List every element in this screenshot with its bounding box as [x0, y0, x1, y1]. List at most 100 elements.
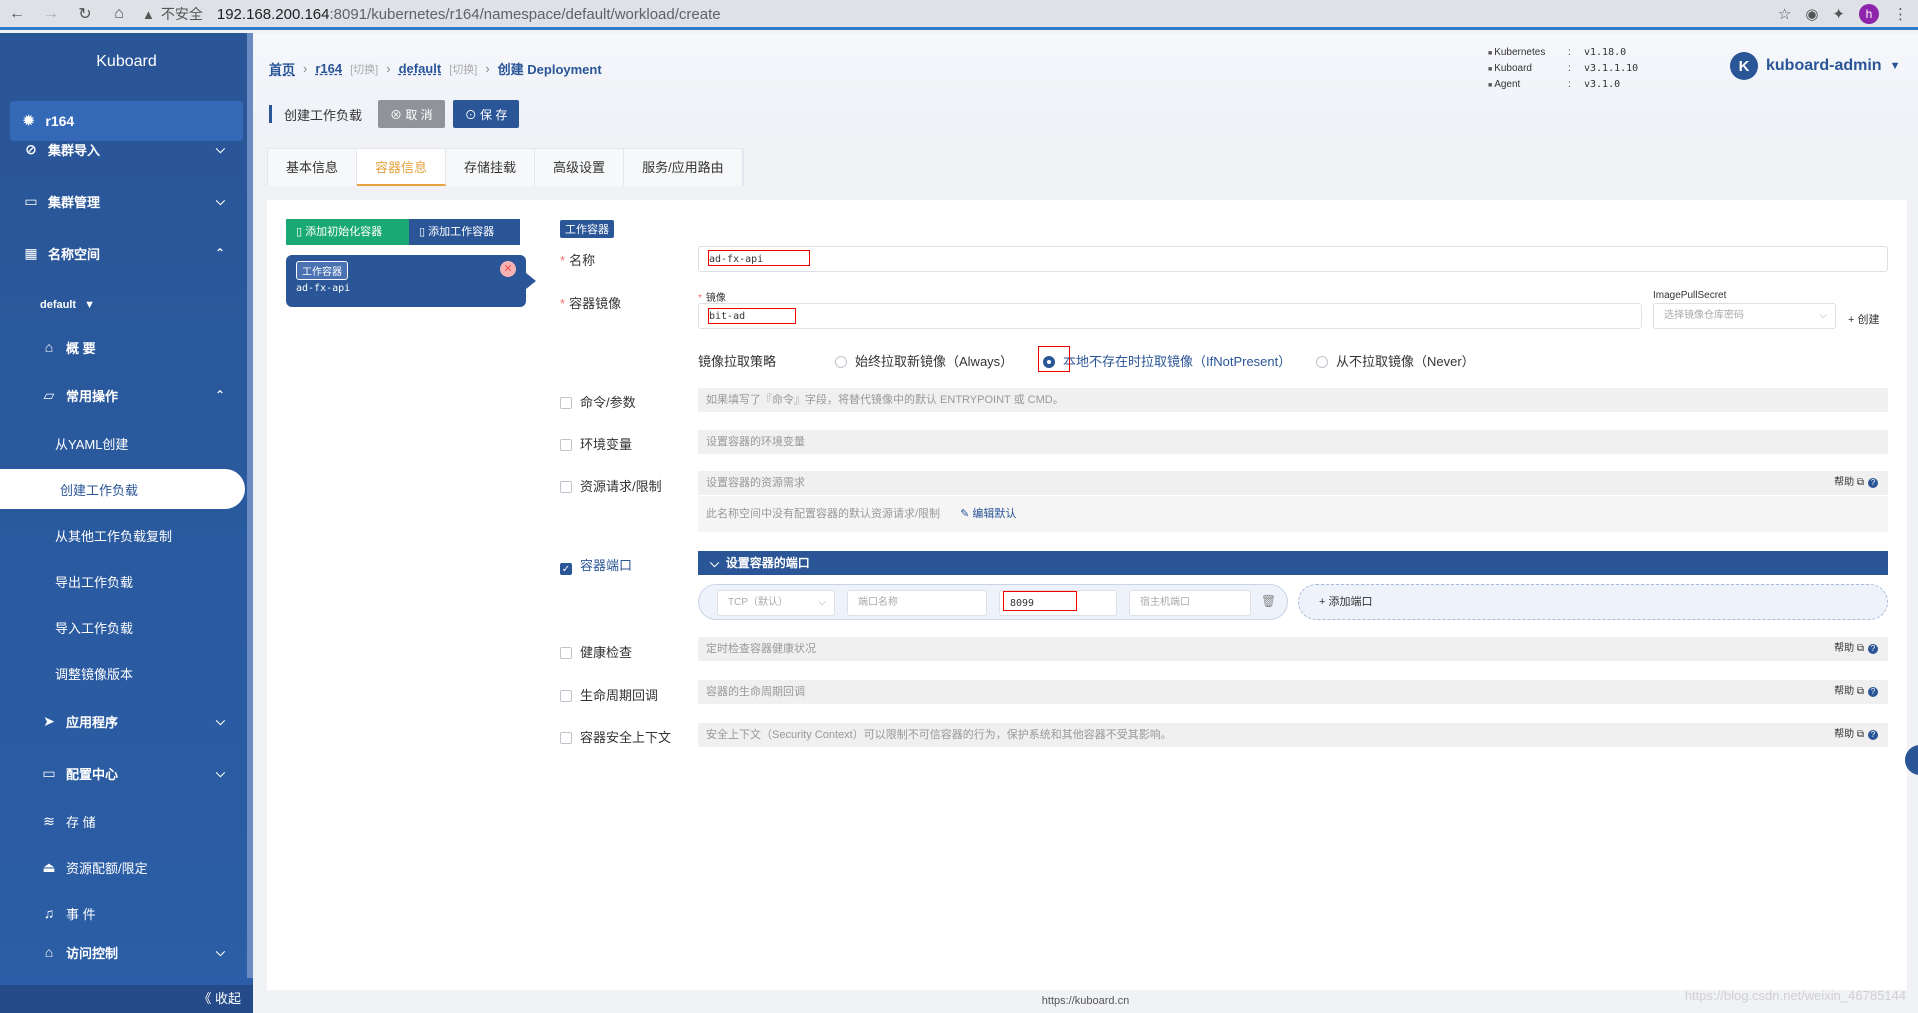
- trash-icon[interactable]: 🗑: [1261, 594, 1276, 608]
- checkbox[interactable]: [560, 397, 572, 409]
- sidebar-item-config[interactable]: ▭ 配置中心 ⌵: [0, 753, 245, 793]
- lifecycle-toggle[interactable]: 生命周期回调: [560, 685, 658, 704]
- sidebar-item-cluster-manage[interactable]: ▭ 集群管理 ⌵: [0, 181, 245, 221]
- help-link[interactable]: 帮助 ⧉?: [1834, 723, 1878, 747]
- security-toggle[interactable]: 容器安全上下文: [560, 727, 671, 746]
- sidebar-item-export-workload[interactable]: 导出工作负载: [0, 561, 245, 601]
- sidebar-item-from-yaml[interactable]: 从YAML创建: [0, 423, 245, 463]
- sidebar-item-overview[interactable]: ⌂ 概 要: [0, 327, 245, 367]
- cancel-button[interactable]: ⊗ 取 消: [378, 100, 445, 128]
- breadcrumb-home[interactable]: 首页: [269, 59, 295, 78]
- url-path: :8091/kubernetes/r164/namespace/default/…: [329, 5, 721, 23]
- port-name-input[interactable]: 端口名称: [847, 590, 987, 616]
- user-menu[interactable]: K kuboard-admin ▼: [1730, 52, 1900, 80]
- switch-cluster-link[interactable]: [切换]: [350, 61, 378, 77]
- env-toggle[interactable]: 环境变量: [560, 434, 632, 453]
- link-text: 编辑默认: [972, 508, 1017, 520]
- sidebar-item-label: 集群导入: [48, 142, 101, 158]
- pull-option-ifnotpresent[interactable]: 本地不存在时拉取镜像（IfNotPresent）: [1043, 351, 1291, 370]
- sidebar-item-copy-workload[interactable]: 从其他工作负载复制: [0, 515, 245, 555]
- tab-service-route[interactable]: 服务/应用路由: [624, 149, 743, 186]
- tab-container-info[interactable]: 容器信息: [357, 149, 447, 186]
- browser-menu-icon[interactable]: ⋮: [1893, 5, 1908, 23]
- cmd-toggle[interactable]: 命令/参数: [560, 392, 636, 411]
- port-toggle[interactable]: ✓ 容器端口: [560, 555, 632, 575]
- label-text: 资源请求/限制: [580, 479, 662, 494]
- sidebar-item-cluster-import[interactable]: ⊘ 集群导入 ⌵: [0, 129, 245, 169]
- version-value: v1.18.0: [1584, 47, 1627, 58]
- host-port-input[interactable]: 宿主机端口: [1129, 590, 1251, 616]
- switch-namespace-link[interactable]: [切换]: [449, 61, 477, 77]
- chevron-down-icon: ⌵: [215, 141, 225, 156]
- tab-storage[interactable]: 存储挂载: [446, 149, 536, 186]
- checkbox[interactable]: [560, 690, 572, 702]
- namespace-selector[interactable]: default ▼: [0, 285, 245, 325]
- reload-icon[interactable]: ↻: [68, 4, 102, 24]
- save-button[interactable]: ⊙ 保 存: [452, 100, 520, 128]
- sidebar-item-namespace[interactable]: ▦ 名称空间 ⌃: [0, 233, 245, 273]
- create-secret-link[interactable]: + 创建: [1848, 311, 1879, 327]
- sidebar-item-quota[interactable]: ⏏ 资源配额/限定: [0, 847, 245, 887]
- sidebar-item-apps[interactable]: ➤ 应用程序 ⌵: [0, 701, 245, 741]
- label-text: 环境变量: [580, 437, 633, 452]
- help-link[interactable]: 帮助 ⧉?: [1834, 471, 1878, 495]
- add-init-container-button[interactable]: ▯ 添加初始化容器: [286, 219, 409, 245]
- pull-option-never[interactable]: 从不拉取镜像（Never）: [1316, 351, 1475, 370]
- sidebar-item-label: 概 要: [66, 340, 96, 356]
- home-icon[interactable]: ⌂: [102, 5, 136, 23]
- sidebar-item-import-workload[interactable]: 导入工作负载: [0, 607, 245, 647]
- resource-toggle[interactable]: 资源请求/限制: [560, 476, 662, 495]
- address-bar[interactable]: ▲ 不安全 192.168.200.164:8091/kubernetes/r1…: [142, 3, 1832, 25]
- database-icon: ≋: [43, 812, 55, 829]
- sidebar-collapse-button[interactable]: 《 收起: [0, 985, 253, 1013]
- label-text: 生命周期回调: [580, 688, 659, 703]
- scale-icon: ⏏: [42, 858, 56, 875]
- highlight-box: [708, 308, 796, 324]
- checkbox[interactable]: [560, 647, 572, 659]
- name-field[interactable]: ad-fx-api: [698, 246, 1888, 272]
- breadcrumb-cluster[interactable]: r164: [315, 61, 342, 76]
- close-icon[interactable]: ✕: [500, 261, 516, 277]
- image-field[interactable]: bit-ad: [698, 303, 1642, 329]
- help-link[interactable]: 帮助 ⧉?: [1834, 637, 1878, 661]
- sidebar-item-events[interactable]: ♫ 事 件: [0, 893, 245, 933]
- extension-circle-icon[interactable]: ◉: [1805, 5, 1818, 23]
- checkbox[interactable]: [560, 732, 572, 744]
- tab-basic-info[interactable]: 基本信息: [268, 149, 358, 186]
- add-port-button[interactable]: + 添加端口: [1298, 584, 1888, 620]
- port-row: TCP（默认） ⌵ 端口名称 8099 宿主机端口 🗑: [698, 584, 1288, 620]
- caret-down-icon: ▼: [84, 299, 95, 311]
- help-link[interactable]: 帮助 ⧉?: [1834, 680, 1878, 704]
- checkbox[interactable]: [560, 481, 572, 493]
- sidebar-item-adjust-image[interactable]: 调整镜像版本: [0, 653, 245, 693]
- tab-advanced[interactable]: 高级设置: [535, 149, 625, 186]
- sidebar-item-common-ops[interactable]: ▱ 常用操作 ⌃: [0, 375, 245, 415]
- checkbox[interactable]: [560, 439, 572, 451]
- pull-secret-select[interactable]: 选择镜像仓库密码 ⌵: [1653, 303, 1836, 329]
- health-toggle[interactable]: 健康检查: [560, 642, 632, 661]
- forward-icon[interactable]: →: [34, 5, 68, 23]
- back-icon[interactable]: ←: [0, 5, 34, 23]
- resource-note: 此名称空间中没有配置容器的默认资源请求/限制 ✎ 编辑默认: [698, 496, 1888, 532]
- footer-link[interactable]: https://kuboard.cn: [253, 990, 1918, 1013]
- add-work-container-button[interactable]: ▯ 添加工作容器: [409, 219, 520, 245]
- sidebar-item-access[interactable]: ⌂ 访问控制 ⌵: [0, 938, 245, 966]
- protocol-select[interactable]: TCP（默认） ⌵: [717, 590, 835, 616]
- edit-default-link[interactable]: ✎ 编辑默认: [960, 508, 1016, 520]
- form-tabs: 基本信息 容器信息 存储挂载 高级设置 服务/应用路由: [267, 148, 744, 186]
- breadcrumb-namespace[interactable]: default: [399, 61, 442, 76]
- bookmark-star-icon[interactable]: ☆: [1778, 5, 1791, 23]
- checkbox-checked[interactable]: ✓: [560, 563, 572, 575]
- container-card[interactable]: 工作容器 ad-fx-api ✕: [286, 255, 536, 307]
- extensions-puzzle-icon[interactable]: ✦: [1832, 5, 1845, 23]
- profile-avatar[interactable]: h: [1859, 4, 1879, 24]
- sidebar-item-label: 应用程序: [66, 714, 119, 730]
- sidebar-item-create-workload[interactable]: 创建工作负载: [0, 469, 245, 509]
- highlight-box: [708, 250, 810, 266]
- chevron-right-icon: ›: [386, 61, 391, 76]
- insecure-label: 不安全: [160, 6, 203, 22]
- sidebar-item-storage[interactable]: ≋ 存 储: [0, 801, 245, 841]
- pull-option-always[interactable]: 始终拉取新镜像（Always）: [835, 351, 1013, 370]
- port-section-header[interactable]: ⌵ 设置容器的端口: [698, 551, 1888, 575]
- sidebar-scrollbar[interactable]: [247, 33, 253, 978]
